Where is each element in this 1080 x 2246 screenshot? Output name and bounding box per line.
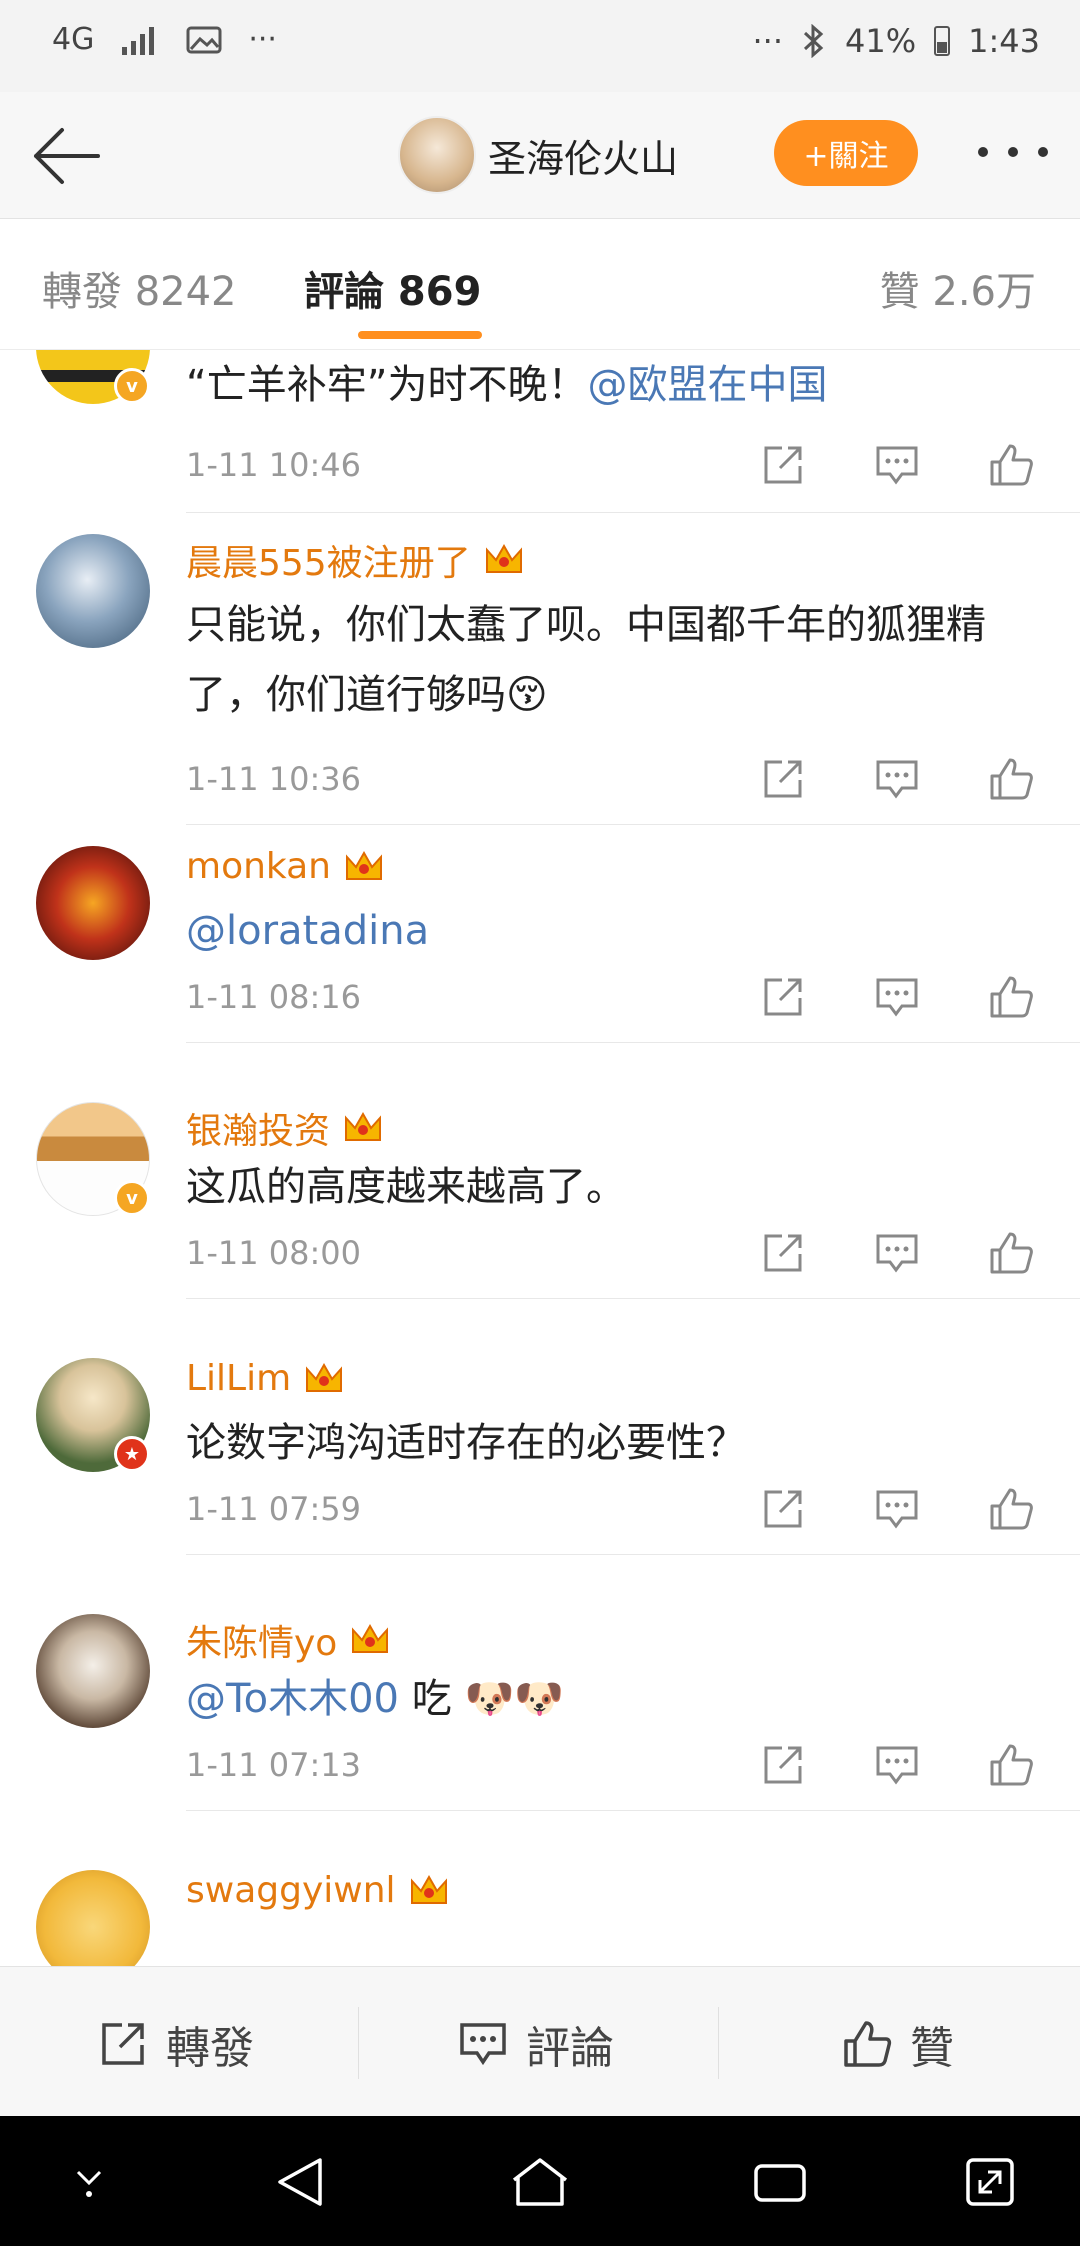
comment-label: 評論 (526, 2023, 614, 2074)
comment-actions (760, 1742, 1040, 1792)
avatar[interactable] (36, 1870, 150, 1966)
like-icon[interactable] (988, 1742, 1034, 1788)
comment-icon[interactable] (874, 1486, 920, 1532)
comment-text: 只能说，你们太蠢了呗。中国都千年的狐狸精了，你们道行够吗😚 (186, 602, 986, 718)
avatar[interactable] (36, 846, 150, 960)
username[interactable]: 晨晨555被注册了 (186, 534, 525, 586)
back-arrow-icon[interactable] (28, 118, 104, 194)
crown-badge-icon (346, 850, 383, 880)
top-nav-bar: 圣海伦火山 +關注 (0, 92, 1080, 219)
like-icon[interactable] (988, 974, 1034, 1020)
username[interactable]: 朱陈情yo (186, 1614, 391, 1666)
comment-icon[interactable] (874, 756, 920, 802)
comment-time: 1-11 10:36 (186, 760, 362, 798)
like-button[interactable]: 贊 (842, 2019, 954, 2074)
avatar[interactable]: v (36, 1102, 150, 1216)
avatar[interactable] (36, 1614, 150, 1728)
more-notifications: ··· (248, 22, 277, 57)
more-status: ··· (752, 22, 784, 60)
like-icon[interactable] (988, 1230, 1034, 1276)
home-nav-icon[interactable] (508, 2154, 572, 2210)
avatar[interactable] (36, 534, 150, 648)
mention-link[interactable]: @欧盟在中国 (587, 362, 827, 408)
comment-actions (760, 442, 1040, 492)
repost-icon[interactable] (760, 1742, 806, 1788)
tab-reposts[interactable]: 轉發 8242 (42, 259, 237, 317)
comment-time: 1-11 08:16 (186, 978, 362, 1016)
username[interactable]: LilLim (186, 1358, 345, 1399)
tab-bar: 轉發 8242 評論 869 贊 2.6万 (0, 219, 1080, 350)
like-icon (844, 2021, 892, 2067)
repost-icon[interactable] (760, 442, 806, 488)
network-indicator: 4G (52, 22, 95, 57)
comment-text: 这瓜的高度越来越高了。 (186, 1164, 626, 1210)
crown-badge-icon (345, 1111, 382, 1141)
battery-percent: 41% (845, 22, 917, 60)
avatar[interactable]: ★ (36, 1358, 150, 1472)
clock: 1:43 (968, 22, 1040, 60)
expand-nav-icon[interactable] (962, 2154, 1018, 2210)
comment-icon (460, 2023, 506, 2066)
comment-actions (760, 1230, 1040, 1280)
username[interactable]: 银瀚投资 (186, 1102, 384, 1154)
system-navigation-bar (0, 2116, 1080, 2246)
bottom-action-bar: 轉發 評論 贊 (0, 1966, 1080, 2117)
more-options-icon[interactable] (978, 132, 1048, 172)
repost-icon[interactable] (760, 1486, 806, 1532)
comment-text: 论数字鸿沟适时存在的必要性？ (186, 1420, 746, 1466)
red-star-badge-icon: ★ (114, 1436, 150, 1472)
crown-badge-icon (485, 543, 522, 573)
like-icon[interactable] (988, 442, 1034, 488)
active-tab-indicator (358, 331, 482, 339)
like-label: 贊 (910, 2023, 954, 2074)
status-bar: 4G ··· ··· 41% 1:43 (0, 0, 1080, 92)
username[interactable]: swaggyiwnl (186, 1870, 450, 1911)
crown-badge-icon (352, 1623, 389, 1653)
like-icon[interactable] (988, 756, 1034, 802)
comment-text: @loratadina (186, 896, 1046, 966)
comment-time: 1-11 07:13 (186, 1746, 362, 1784)
comment-icon[interactable] (874, 1742, 920, 1788)
tab-likes[interactable]: 贊 2.6万 (880, 259, 1036, 317)
repost-label: 轉發 (166, 2023, 254, 2074)
comment-list[interactable]: v “亡羊补牢”为时不晚！@欧盟在中国 1-11 10:46 晨晨555被注册了… (0, 350, 1080, 1966)
repost-icon[interactable] (760, 756, 806, 802)
comment-time: 1-11 08:00 (186, 1234, 362, 1272)
battery-icon (934, 26, 951, 56)
comment-text: “亡羊补牢”为时不晚！@欧盟在中国 (186, 362, 828, 408)
repost-icon[interactable] (760, 1230, 806, 1276)
comment-time: 1-11 10:46 (186, 446, 362, 484)
crown-badge-icon (306, 1362, 343, 1392)
comment-icon[interactable] (874, 974, 920, 1020)
back-nav-icon[interactable] (274, 2154, 324, 2210)
mention-link[interactable]: @loratadina (186, 908, 429, 954)
image-icon (186, 26, 222, 53)
mention-link[interactable]: @To木木00 (186, 1676, 399, 1722)
comment-actions (760, 1486, 1040, 1536)
verified-badge-icon: v (114, 1180, 150, 1216)
hide-keyboard-icon[interactable] (66, 2154, 112, 2204)
verified-badge-icon: v (114, 368, 150, 404)
repost-icon[interactable] (760, 974, 806, 1020)
recent-apps-icon[interactable] (750, 2154, 810, 2210)
avatar[interactable]: v (36, 350, 150, 404)
repost-icon (102, 2023, 144, 2065)
comment-actions (760, 974, 1040, 1024)
comment-text: @To木木00 吃 🐶🐶 (186, 1676, 565, 1722)
signal-icon (122, 26, 155, 55)
repost-button[interactable]: 轉發 (98, 2019, 254, 2074)
page-title[interactable]: 圣海伦火山 (488, 128, 678, 183)
author-avatar[interactable] (398, 116, 476, 194)
follow-button[interactable]: +關注 (774, 120, 918, 186)
comment-actions (760, 756, 1040, 806)
crown-badge-icon (410, 1874, 447, 1904)
username[interactable]: monkan (186, 846, 385, 887)
tab-comments[interactable]: 評論 869 (304, 259, 481, 317)
like-icon[interactable] (988, 1486, 1034, 1532)
bluetooth-icon (803, 24, 824, 58)
comment-icon[interactable] (874, 442, 920, 488)
comment-icon[interactable] (874, 1230, 920, 1276)
comment-button[interactable]: 評論 (458, 2019, 614, 2074)
comment-time: 1-11 07:59 (186, 1490, 362, 1528)
